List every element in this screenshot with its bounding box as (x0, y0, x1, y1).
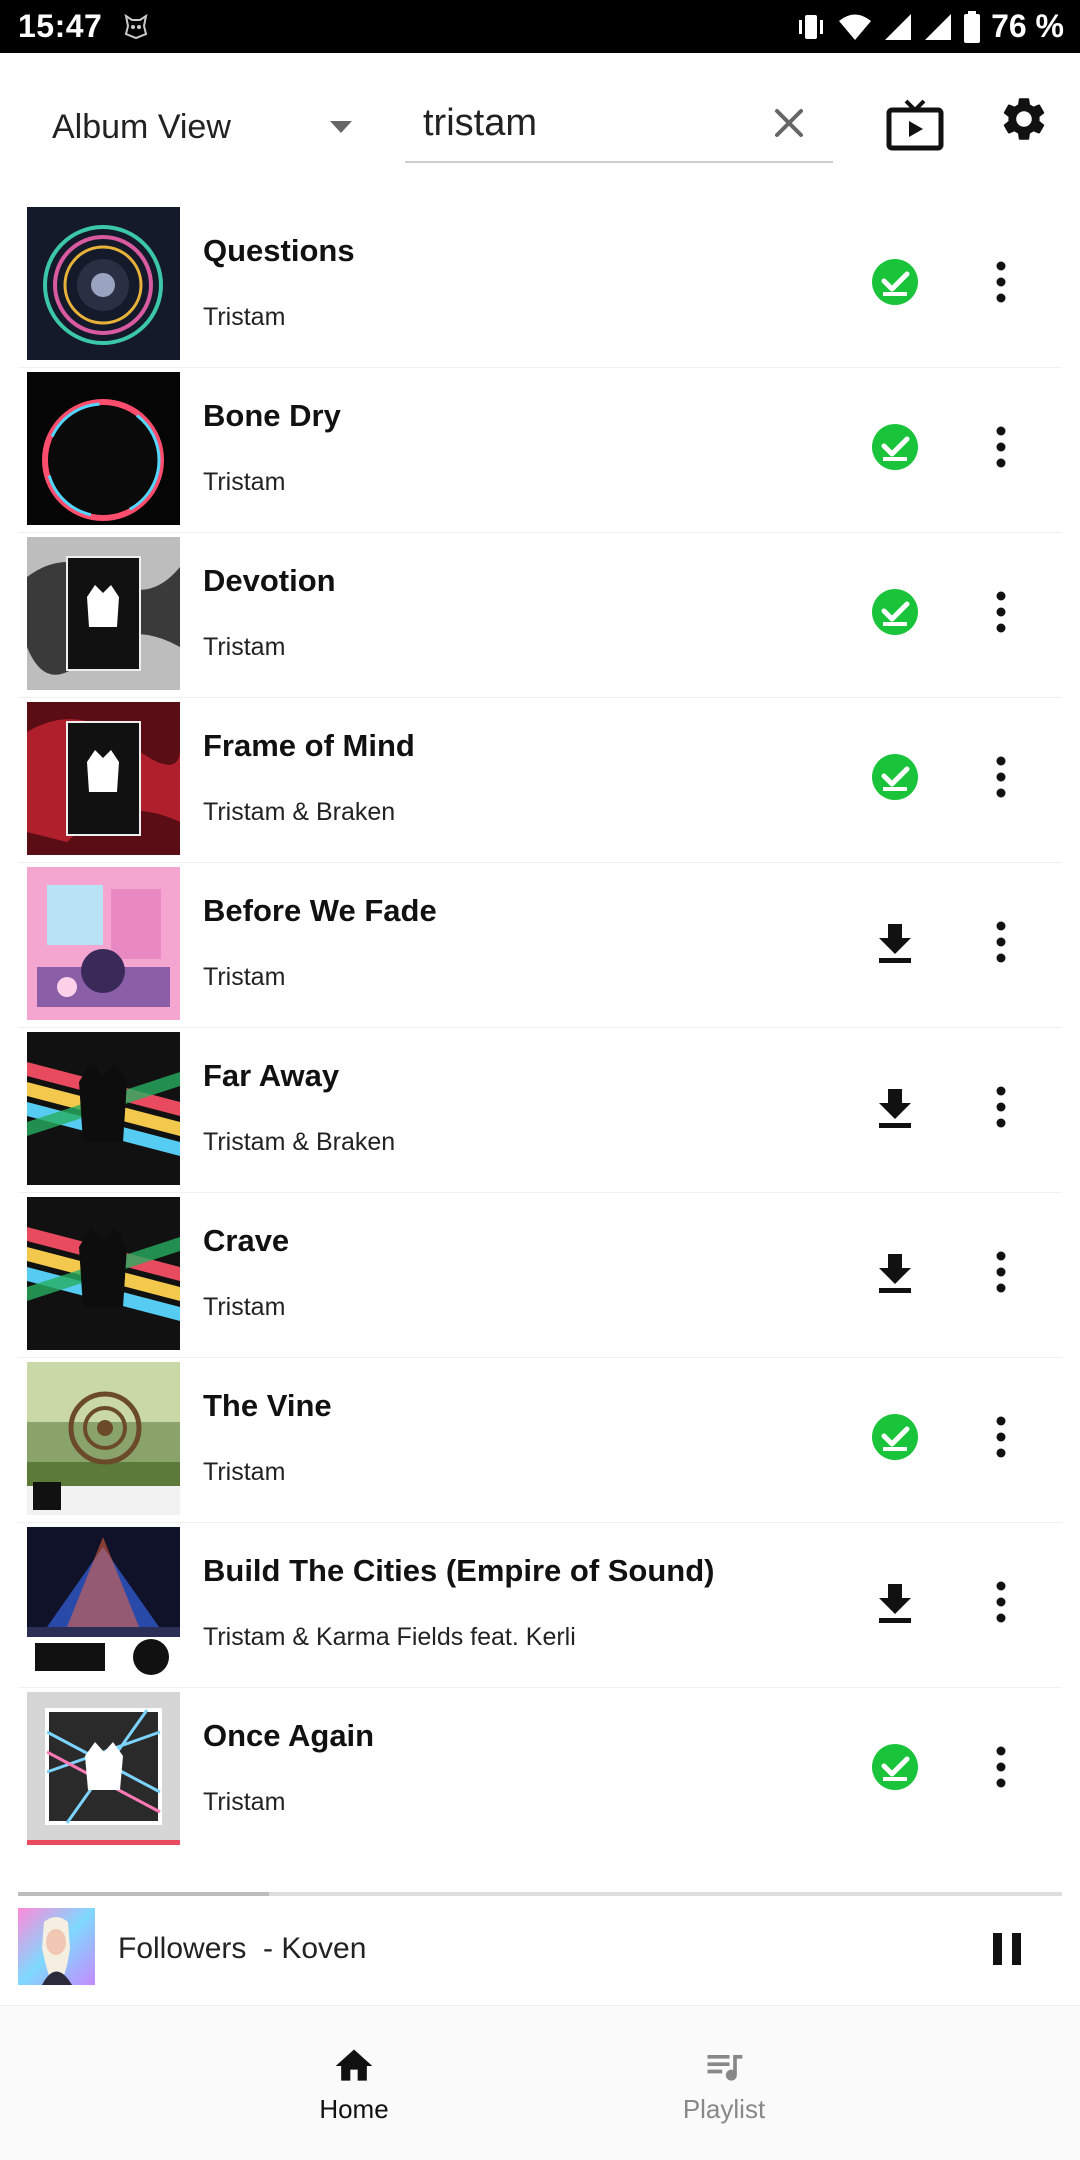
signal-icon (925, 13, 952, 40)
track-row[interactable]: Crave Tristam (18, 1193, 1062, 1358)
track-artist: Tristam (203, 303, 286, 331)
more-vert-icon[interactable] (988, 1578, 1014, 1626)
view-mode-dropdown[interactable]: Album View (52, 97, 352, 157)
playlist-icon (707, 2055, 743, 2081)
nav-playlist-label: Playlist (682, 2094, 766, 2124)
track-title: The Vine (203, 1388, 332, 1423)
album-cover (27, 1692, 180, 1845)
bottom-navigation: Home Playlist (0, 2006, 1080, 2160)
track-row[interactable]: Build The Cities (Empire of Sound) Trista… (18, 1523, 1062, 1688)
close-icon[interactable] (769, 103, 809, 143)
status-time: 15:47 (18, 8, 103, 44)
search-field[interactable] (405, 89, 833, 163)
download-icon[interactable] (871, 918, 919, 966)
app-header: Album View (0, 53, 1080, 203)
album-cover (27, 1527, 180, 1680)
album-cover (27, 207, 180, 360)
signal-icon (885, 13, 912, 40)
caret-down-icon (330, 121, 352, 133)
track-row[interactable]: Bone Dry Tristam (18, 368, 1062, 533)
track-title: Build The Cities (Empire of Sound) (203, 1553, 715, 1588)
track-row[interactable]: Devotion Tristam (18, 533, 1062, 698)
download-done-icon[interactable] (871, 423, 919, 471)
gear-icon[interactable] (998, 93, 1050, 145)
album-cover (27, 1197, 180, 1350)
mini-player[interactable]: Followers - Koven (0, 1896, 1080, 2006)
track-row[interactable]: Frame of Mind Tristam & Braken (18, 698, 1062, 863)
track-artist: Tristam & Braken (203, 798, 396, 826)
track-title: Far Away (203, 1058, 340, 1093)
more-vert-icon[interactable] (988, 1083, 1014, 1131)
nav-home[interactable]: Home (254, 2044, 454, 2134)
album-cover (27, 1362, 180, 1515)
track-row[interactable]: Once Again Tristam (18, 1688, 1062, 1850)
status-bar: 15:47 76 % (0, 0, 1080, 53)
track-artist: Tristam (203, 1458, 286, 1486)
more-vert-icon[interactable] (988, 753, 1014, 801)
track-artist: Tristam (203, 1293, 286, 1321)
track-row[interactable]: Questions Tristam (18, 203, 1062, 368)
view-mode-label: Album View (52, 107, 231, 146)
download-done-icon[interactable] (871, 1413, 919, 1461)
more-vert-icon[interactable] (988, 1743, 1014, 1791)
download-icon[interactable] (871, 1578, 919, 1626)
album-cover (27, 372, 180, 525)
download-done-icon[interactable] (871, 588, 919, 636)
album-cover (27, 702, 180, 855)
download-icon[interactable] (871, 1083, 919, 1131)
track-artist: Tristam & Braken (203, 1128, 396, 1156)
more-vert-icon[interactable] (988, 1413, 1014, 1461)
tv-cast-icon[interactable] (886, 97, 944, 155)
track-title: Before We Fade (203, 893, 437, 928)
home-icon (335, 2049, 373, 2081)
track-title: Crave (203, 1223, 290, 1258)
download-done-icon[interactable] (871, 753, 919, 801)
track-artist: Tristam (203, 633, 286, 661)
nav-home-label: Home (319, 2094, 389, 2124)
battery-icon (964, 10, 981, 43)
track-title: Once Again (203, 1718, 375, 1753)
album-cover (27, 867, 180, 1020)
track-artist: Tristam (203, 963, 286, 991)
album-cover (27, 537, 180, 690)
app-notification-icon (124, 13, 148, 40)
download-done-icon[interactable] (871, 258, 919, 306)
now-playing-cover (18, 1908, 95, 1985)
more-vert-icon[interactable] (988, 258, 1014, 306)
track-title: Devotion (203, 563, 336, 598)
vibrate-icon (799, 14, 824, 39)
track-title: Questions (203, 233, 355, 268)
battery-percent: 76 % (991, 8, 1064, 44)
track-title: Frame of Mind (203, 728, 415, 763)
album-cover (27, 1032, 180, 1185)
track-title: Bone Dry (203, 398, 341, 433)
more-vert-icon[interactable] (988, 1248, 1014, 1296)
track-artist: Tristam (203, 1788, 286, 1816)
status-icons: 76 % (795, 8, 1064, 45)
nav-playlist[interactable]: Playlist (624, 2044, 824, 2134)
wifi-icon (839, 14, 872, 40)
track-row[interactable]: Far Away Tristam & Braken (18, 1028, 1062, 1193)
track-row[interactable]: Before We Fade Tristam (18, 863, 1062, 1028)
track-row[interactable]: The Vine Tristam (18, 1358, 1062, 1523)
more-vert-icon[interactable] (988, 918, 1014, 966)
more-vert-icon[interactable] (988, 588, 1014, 636)
track-artist: Tristam (203, 468, 286, 496)
download-done-icon[interactable] (871, 1743, 919, 1791)
more-vert-icon[interactable] (988, 423, 1014, 471)
download-icon[interactable] (871, 1248, 919, 1296)
pause-icon[interactable] (990, 1931, 1024, 1967)
search-input[interactable] (423, 95, 753, 151)
track-list[interactable]: Questions Tristam Bone Dry Tristam Devotion T… (18, 203, 1062, 1850)
now-playing-text: Followers - Koven (118, 1932, 367, 1965)
track-artist: Tristam & Karma Fields feat. Kerli (203, 1623, 576, 1651)
